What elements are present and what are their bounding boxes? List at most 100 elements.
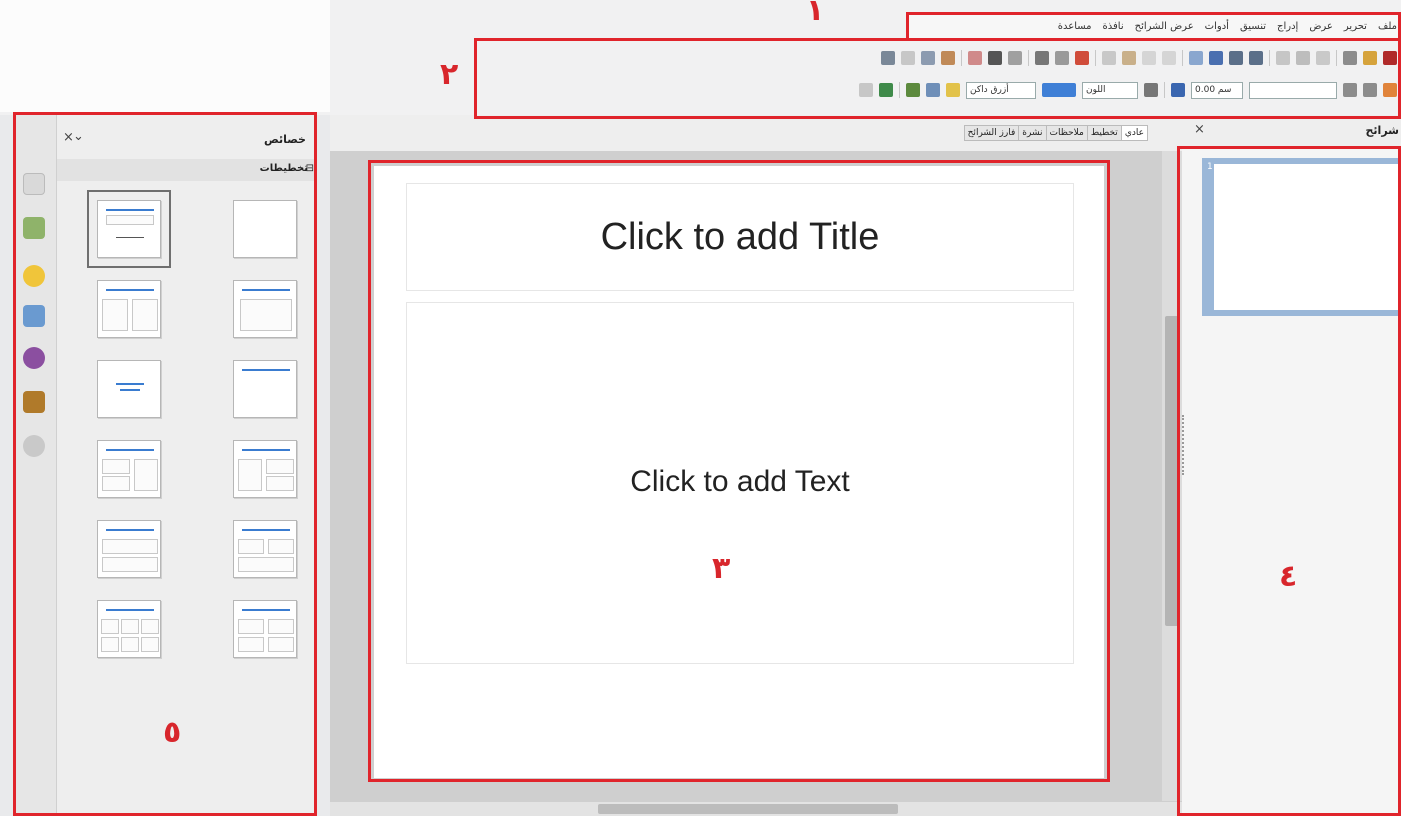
undo-icon[interactable] [1162,51,1176,65]
view-tab-bar: عادي تخطيط ملاحظات نشرة فارز الشرائح [330,115,1182,151]
document-icon[interactable] [901,51,915,65]
layout-grid [57,187,314,687]
content-placeholder-text: Click to add Text [630,465,850,498]
toolbar-separator [1164,82,1165,98]
tab-slide-sorter[interactable]: فارز الشرائح [963,125,1020,141]
gallery-tab-icon[interactable] [23,391,45,413]
shadow-icon[interactable] [1383,83,1397,97]
open-icon[interactable] [1363,51,1377,65]
slide-canvas[interactable]: Click to add Title Click to add Text [374,166,1104,778]
vertical-scrollbar[interactable] [1162,151,1182,801]
line-width-field[interactable]: 0.00 سم [1191,81,1243,99]
slide-editing-area: عادي تخطيط ملاحظات نشرة فارز الشرائح Cli… [330,115,1182,816]
menu-item-format[interactable]: تنسيق [1240,21,1266,32]
presentation-icon[interactable] [1229,51,1243,65]
line-style-select[interactable] [1249,81,1337,99]
navigator-icon[interactable] [881,51,895,65]
callout-number-5: ٥ [163,715,182,750]
menu-item-insert[interactable]: إدراج [1277,21,1298,32]
chart-icon[interactable] [1075,51,1089,65]
callout-number-4: ٤ [1279,559,1298,594]
master-slides-tab-icon[interactable] [23,217,45,239]
properties-tab-icon[interactable] [23,173,45,195]
layout-title-4content[interactable] [233,600,297,658]
shape-icon[interactable] [946,83,960,97]
fill-color-swatch[interactable] [1042,83,1076,97]
layout-title-content-2content[interactable] [97,440,161,498]
menu-item-tools[interactable]: أدوات [1205,21,1229,32]
close-icon[interactable]: × [1194,122,1205,137]
save-icon[interactable] [1343,51,1357,65]
master-slide-icon[interactable] [1209,51,1223,65]
layout-title-only[interactable] [233,360,297,418]
arrange-icon[interactable] [1343,83,1357,97]
clock-icon[interactable] [1008,51,1022,65]
layouts-section-header[interactable]: ⊟ تخطيطات [57,159,314,181]
3d-icon[interactable] [926,83,940,97]
menu-item-file[interactable]: ملف [1378,21,1397,32]
layout-title-2content-content[interactable] [233,440,297,498]
flip-icon[interactable] [906,83,920,97]
slide-layout-icon[interactable] [1189,51,1203,65]
transition-tab-icon[interactable] [23,305,45,327]
sidebar-menu-icon[interactable]: ⌄ [73,129,84,144]
paste-icon[interactable] [1122,51,1136,65]
table-icon[interactable] [1055,51,1069,65]
styles-tab-icon[interactable] [23,347,45,369]
tab-normal[interactable]: عادي [1120,125,1148,141]
close-icon[interactable]: × [63,130,74,145]
animation-tab-icon[interactable] [23,265,45,287]
line-color-icon[interactable] [1171,83,1185,97]
layout-title-6content[interactable] [97,600,161,658]
spellcheck-icon[interactable] [1276,51,1290,65]
align-icon[interactable] [1363,83,1377,97]
zoom-icon[interactable] [988,51,1002,65]
menu-item-help[interactable]: مساعدة [1058,21,1092,32]
redo-icon[interactable] [1142,51,1156,65]
navigator-tab-icon[interactable] [23,435,45,457]
menu-item-edit[interactable]: تحرير [1344,21,1367,32]
points-icon[interactable] [859,83,873,97]
copy-icon[interactable] [1102,51,1116,65]
toolbar-separator [961,50,962,66]
image-icon[interactable] [941,51,955,65]
content-placeholder[interactable]: Click to add Text [406,302,1074,664]
line-fill-toolbar: 0.00 سم اللون أزرق داكن [487,76,1397,104]
layout-blank[interactable] [233,200,297,258]
properties-panel: ⌄ × خصائص ⊟ تخطيطات [57,115,314,816]
sidebar-tab-bar [15,115,57,816]
display-icon[interactable] [1249,51,1263,65]
layouts-label: تخطيطات [259,163,308,174]
group-icon[interactable] [879,83,893,97]
menu-item-slideshow[interactable]: عرض الشرائح [1135,21,1194,32]
toolbar-separator [1095,50,1096,66]
cut-icon[interactable] [1035,51,1049,65]
tab-handout[interactable]: نشرة [1018,125,1047,141]
title-placeholder[interactable]: Click to add Title [406,183,1074,291]
color-select[interactable]: اللون [1082,81,1138,99]
pane-resize-handle[interactable] [1182,415,1185,475]
layout-title-2content-over-content[interactable] [233,520,297,578]
vertical-scroll-thumb[interactable] [1165,316,1179,626]
horizontal-scroll-thumb[interactable] [598,804,898,814]
slide-icon[interactable] [921,51,935,65]
slide-thumbnail-item[interactable]: 1 [1202,158,1401,316]
layout-title-slide[interactable] [87,190,171,268]
tab-outline[interactable]: تخطيط [1086,125,1122,141]
tab-notes[interactable]: ملاحظات [1045,125,1088,141]
fill-select[interactable]: أزرق داكن [966,81,1036,99]
area-icon[interactable] [1144,83,1158,97]
menu-item-window[interactable]: نافذة [1103,21,1124,32]
layout-title-content-over-content[interactable] [97,520,161,578]
print-icon[interactable] [1296,51,1310,65]
layout-title-content[interactable] [233,280,297,338]
layout-centered-text[interactable] [97,360,161,418]
gallery-icon[interactable] [968,51,982,65]
new-icon[interactable] [1383,51,1397,65]
horizontal-scrollbar[interactable] [330,802,1182,816]
slide-thumbnail[interactable] [1214,164,1401,310]
menu-item-view[interactable]: عرض [1309,21,1333,32]
standard-toolbar [487,44,1397,72]
layout-title-two-content[interactable] [97,280,161,338]
export-pdf-icon[interactable] [1316,51,1330,65]
